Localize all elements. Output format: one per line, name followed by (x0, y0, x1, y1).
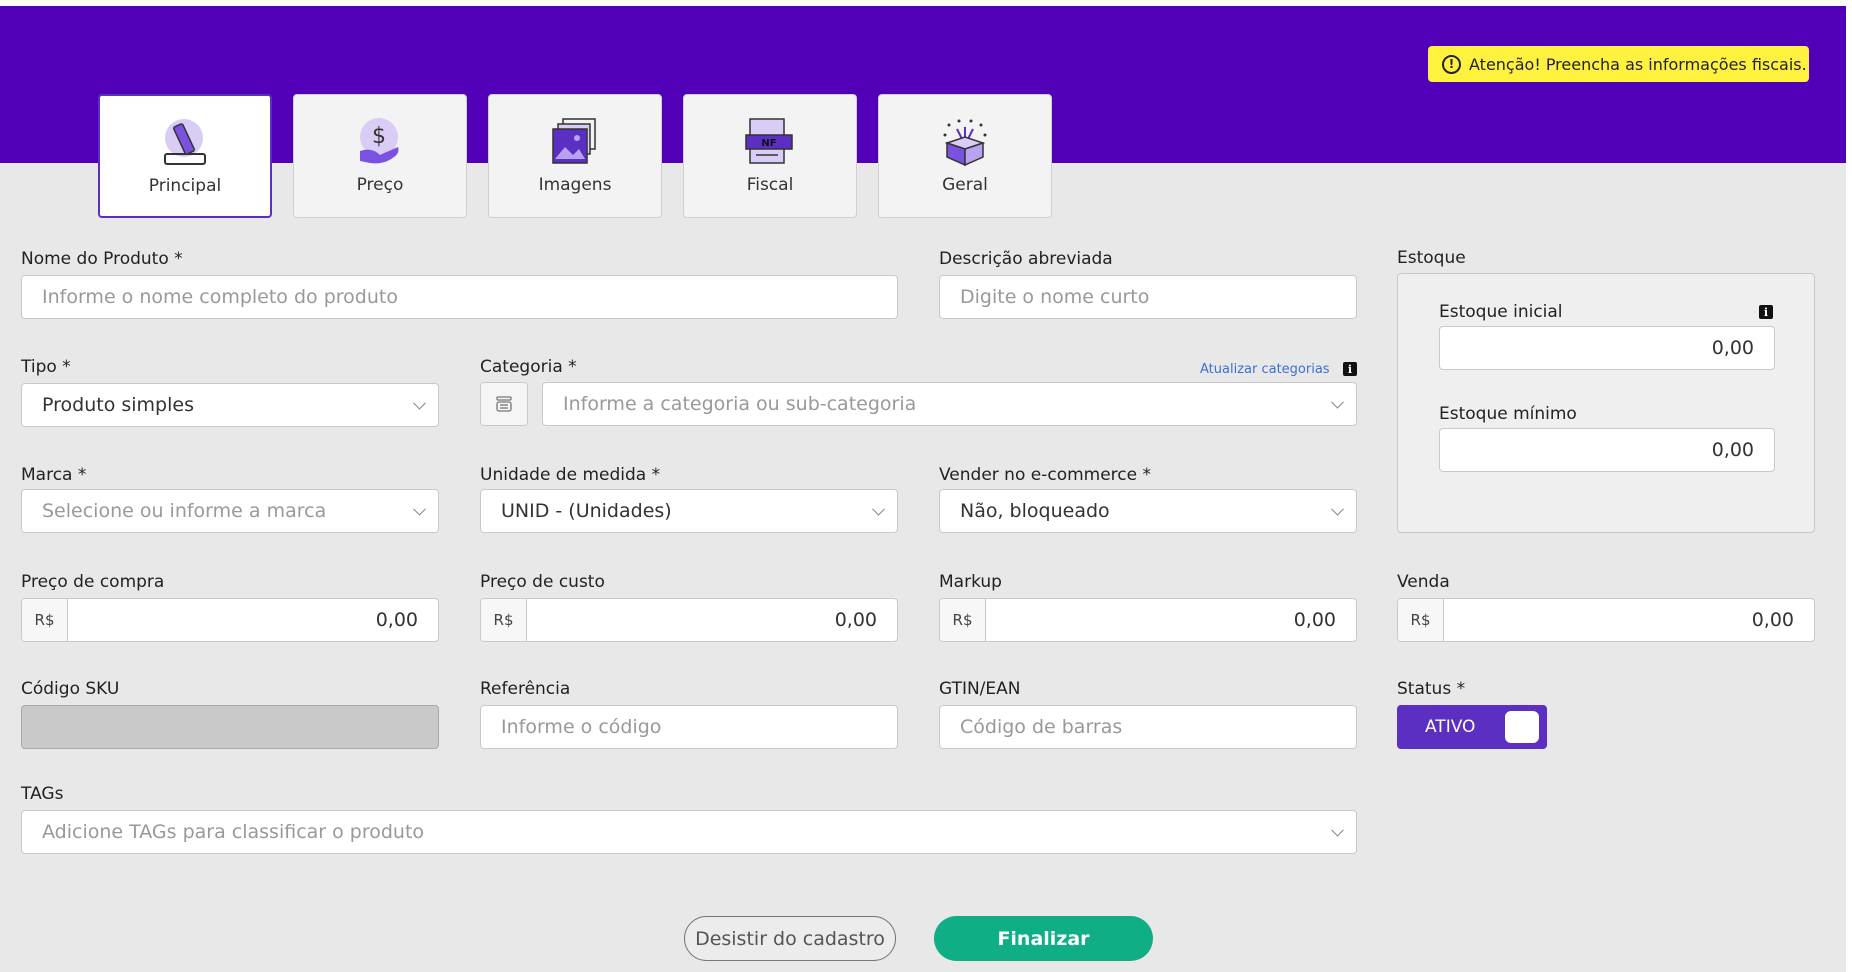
tab-label: Geral (942, 175, 988, 195)
gtin-input[interactable]: Código de barras (939, 705, 1357, 749)
unit-label: Unidade de medida * (480, 465, 661, 485)
gtin-label: GTIN/EAN (939, 679, 1021, 699)
refresh-categories-link[interactable]: Atualizar categorias (1200, 362, 1330, 377)
chevron-down-icon (1331, 502, 1344, 516)
markup-label: Markup (939, 572, 1002, 592)
tab-label: Fiscal (746, 175, 794, 195)
min-stock-label: Estoque mínimo (1439, 404, 1577, 424)
svg-text:$: $ (372, 124, 386, 149)
unit-select[interactable]: UNID - (Unidades) (480, 489, 898, 533)
sale-input[interactable]: R$ 0,00 (1397, 598, 1815, 642)
tab-imagens[interactable]: Imagens (488, 94, 662, 218)
gift-box-icon (943, 119, 987, 167)
min-stock-input[interactable]: 0,00 (1439, 428, 1775, 472)
alert-icon: ! (1442, 54, 1461, 74)
product-name-label: Nome do Produto * (21, 249, 183, 269)
short-desc-input[interactable]: Digite o nome curto (939, 275, 1357, 319)
initial-stock-label: Estoque inicial (1439, 302, 1563, 322)
type-value: Produto simples (42, 394, 194, 416)
tab-geral[interactable]: Geral (878, 94, 1052, 218)
brand-label: Marca * (21, 465, 87, 485)
info-icon[interactable]: i (1759, 305, 1773, 319)
finish-button[interactable]: Finalizar (934, 916, 1153, 961)
type-label: Tipo * (21, 357, 71, 377)
currency-prefix: R$ (481, 599, 527, 641)
tab-label: Imagens (538, 175, 612, 195)
ecommerce-select[interactable]: Não, bloqueado (939, 489, 1357, 533)
status-toggle[interactable]: ATIVO (1397, 705, 1547, 749)
category-label: Categoria * (480, 357, 577, 377)
stock-title: Estoque (1397, 248, 1466, 268)
markup-input[interactable]: R$ 0,00 (939, 598, 1357, 642)
product-name-input[interactable]: Informe o nome completo do produto (21, 275, 898, 319)
markup-value: 0,00 (1293, 609, 1336, 631)
brand-placeholder: Selecione ou informe a marca (42, 500, 327, 522)
tags-placeholder: Adicione TAGs para classificar o produto (42, 821, 425, 843)
tab-principal[interactable]: Principal (98, 94, 272, 218)
tab-label: Principal (148, 176, 222, 196)
tags-select[interactable]: Adicione TAGs para classificar o produto (21, 810, 1357, 854)
currency-prefix: R$ (940, 599, 986, 641)
category-filter-button[interactable] (480, 382, 528, 426)
chevron-down-icon (413, 396, 426, 410)
fiscal-alert: ! Atenção! Preencha as informações fisca… (1428, 46, 1809, 82)
chevron-down-icon (1331, 395, 1344, 409)
chevron-down-icon (1331, 823, 1344, 837)
nf-badge-text: NF (761, 138, 776, 149)
sale-value: 0,00 (1751, 609, 1794, 631)
cost-price-input[interactable]: R$ 0,00 (480, 598, 898, 642)
alert-text: Atenção! Preencha as informações fiscais… (1469, 54, 1807, 74)
initial-stock-input[interactable]: 0,00 (1439, 326, 1775, 370)
short-desc-label: Descrição abreviada (939, 249, 1113, 269)
reference-input[interactable]: Informe o código (480, 705, 898, 749)
status-value: ATIVO (1425, 717, 1476, 737)
toggle-knob (1505, 711, 1539, 743)
ecommerce-value: Não, bloqueado (960, 500, 1110, 522)
ecommerce-label: Vender no e-commerce * (939, 465, 1152, 485)
stack-icon (496, 396, 512, 412)
purchase-price-label: Preço de compra (21, 572, 165, 592)
tab-label: Preço (356, 175, 404, 195)
sku-input (21, 705, 439, 749)
tab-fiscal[interactable]: NF Fiscal (683, 94, 857, 218)
pencil-icon (164, 119, 206, 165)
category-placeholder: Informe a categoria ou sub-categoria (563, 393, 917, 415)
chevron-down-icon (413, 502, 426, 516)
purchase-price-value: 0,00 (375, 609, 418, 631)
sale-label: Venda (1397, 572, 1450, 592)
sku-label: Código SKU (21, 679, 120, 699)
cancel-button[interactable]: Desistir do cadastro (684, 916, 896, 961)
reference-label: Referência (480, 679, 571, 699)
price-hand-icon: $ (360, 118, 399, 164)
images-icon (552, 118, 596, 164)
tab-preco[interactable]: $ Preço (293, 94, 467, 218)
currency-prefix: R$ (1398, 599, 1444, 641)
cost-price-value: 0,00 (834, 609, 877, 631)
status-label: Status * (1397, 679, 1466, 699)
chevron-down-icon (872, 502, 885, 516)
purchase-price-input[interactable]: R$ 0,00 (21, 598, 439, 642)
tags-label: TAGs (21, 784, 64, 804)
currency-prefix: R$ (22, 599, 68, 641)
unit-value: UNID - (Unidades) (501, 500, 672, 522)
info-icon[interactable]: i (1343, 362, 1357, 376)
invoice-nf-icon: NF (745, 118, 793, 164)
cost-price-label: Preço de custo (480, 572, 605, 592)
category-select[interactable]: Informe a categoria ou sub-categoria (542, 382, 1357, 426)
type-select[interactable]: Produto simples (21, 383, 439, 427)
brand-select[interactable]: Selecione ou informe a marca (21, 489, 439, 533)
